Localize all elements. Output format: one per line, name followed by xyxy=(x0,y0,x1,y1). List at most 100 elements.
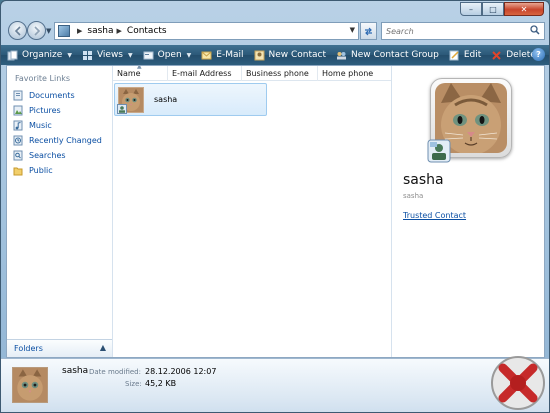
caption-buttons: – □ ✕ xyxy=(460,2,544,16)
content-area: Favorite Links Documents Pictures Music … xyxy=(6,65,545,358)
column-header-home-phone[interactable]: Home phone xyxy=(318,66,391,81)
delete-button[interactable]: Delete xyxy=(491,50,536,61)
close-button[interactable]: ✕ xyxy=(504,2,544,16)
favorite-links-list: Documents Pictures Music Recently Change… xyxy=(12,88,110,178)
minimize-button[interactable]: – xyxy=(460,2,482,16)
documents-icon xyxy=(13,90,23,101)
favorite-link-searches[interactable]: Searches xyxy=(12,148,110,163)
details-thumbnail xyxy=(12,367,48,403)
chevron-up-icon[interactable]: ▲ xyxy=(100,343,106,352)
favorite-link-label: Pictures xyxy=(29,106,61,115)
preview-contact-subtitle: sasha xyxy=(403,192,424,200)
refresh-button[interactable] xyxy=(360,22,377,40)
contact-badge-icon xyxy=(117,103,127,114)
edit-label: Edit xyxy=(463,50,482,60)
breadcrumb-separator-icon[interactable]: ▶ xyxy=(77,27,82,35)
public-folder-icon xyxy=(13,167,23,176)
chevron-down-icon: ▼ xyxy=(186,51,192,59)
new-contact-icon xyxy=(254,50,265,60)
column-headers: ▲ Name E-mail Address Business phone Hom… xyxy=(113,66,391,81)
address-row: ▼ ▶ sasha ▶ Contacts ▼ xyxy=(1,19,549,45)
column-header-email[interactable]: E-mail Address xyxy=(168,66,242,81)
details-size-value: 45,2 KB xyxy=(145,379,177,388)
recent-pages-dropdown[interactable]: ▼ xyxy=(46,27,51,35)
new-contact-group-button[interactable]: New Contact Group xyxy=(336,50,439,61)
pictures-icon xyxy=(13,105,23,116)
email-label: E-Mail xyxy=(216,50,244,60)
delete-icon xyxy=(492,50,501,60)
forward-button[interactable] xyxy=(27,21,46,40)
edit-icon xyxy=(449,50,459,60)
search-icon[interactable] xyxy=(530,25,540,35)
views-icon xyxy=(82,50,92,60)
chevron-down-icon: ▼ xyxy=(67,51,72,59)
favorite-link-recently-changed[interactable]: Recently Changed xyxy=(12,133,110,148)
search-input[interactable] xyxy=(382,23,522,39)
forward-arrow-icon xyxy=(33,25,40,36)
details-modified-value: 28.12.2006 12:07 xyxy=(145,367,217,376)
new-contact-group-label: New Contact Group xyxy=(351,50,439,60)
open-button[interactable]: Open ▼ xyxy=(143,50,192,61)
navigation-pane: Favorite Links Documents Pictures Music … xyxy=(7,66,113,357)
address-bar[interactable]: ▶ sasha ▶ Contacts ▼ xyxy=(54,22,359,40)
favorite-link-label: Recently Changed xyxy=(29,136,102,145)
favorite-link-pictures[interactable]: Pictures xyxy=(12,103,110,118)
chevron-down-icon: ▼ xyxy=(128,51,133,59)
new-contact-label: New Contact xyxy=(268,50,327,60)
back-arrow-icon xyxy=(14,25,21,36)
file-list-pane: ▲ Name E-mail Address Business phone Hom… xyxy=(113,66,391,357)
help-icon[interactable]: ? xyxy=(532,48,545,61)
organize-icon xyxy=(7,50,18,60)
folders-toggle[interactable]: Folders ▲ xyxy=(7,339,112,357)
details-size-label: Size: xyxy=(125,380,142,388)
favorite-link-public[interactable]: Public xyxy=(12,163,110,178)
favorite-links-title: Favorite Links xyxy=(15,74,71,83)
open-icon xyxy=(143,51,154,59)
new-contact-button[interactable]: New Contact xyxy=(254,50,327,61)
explorer-window: – □ ✕ ▼ ▶ sasha ▶ Contacts ▼ Orga xyxy=(0,0,550,413)
email-button[interactable]: E-Mail xyxy=(201,50,244,61)
email-icon xyxy=(201,51,212,59)
views-label: Views xyxy=(96,50,123,60)
favorite-link-label: Music xyxy=(29,121,52,130)
folders-label: Folders xyxy=(14,344,43,353)
breadcrumb-separator-icon[interactable]: ▶ xyxy=(117,27,122,35)
details-file-name: sasha xyxy=(62,366,89,376)
back-button[interactable] xyxy=(8,21,27,40)
favorite-link-label: Documents xyxy=(29,91,75,100)
breadcrumb-contacts[interactable]: Contacts xyxy=(127,26,167,36)
contact-item-sasha[interactable]: sasha xyxy=(114,83,267,116)
edit-button[interactable]: Edit xyxy=(449,50,481,61)
new-contact-group-icon xyxy=(337,51,347,59)
address-dropdown-icon[interactable]: ▼ xyxy=(350,26,355,34)
contact-item-name: sasha xyxy=(154,95,178,104)
column-header-label: Name xyxy=(117,69,141,78)
organize-label: Organize xyxy=(22,50,63,60)
preview-pane: sasha sasha Trusted Contact xyxy=(391,66,544,357)
contact-picture[interactable] xyxy=(427,78,512,163)
trusted-contact-link[interactable]: Trusted Contact xyxy=(403,211,466,220)
breadcrumb-sasha[interactable]: sasha xyxy=(87,26,113,36)
command-toolbar: Organize ▼ Views ▼ Open ▼ E-Mail New Contac… xyxy=(1,45,549,65)
contact-thumbnail xyxy=(117,86,144,114)
contacts-folder-icon xyxy=(58,25,70,37)
recently-changed-icon xyxy=(13,135,23,146)
details-modified-label: Date modified: xyxy=(89,368,141,376)
views-button[interactable]: Views ▼ xyxy=(82,50,133,61)
contact-badge-icon xyxy=(427,139,451,163)
searches-icon xyxy=(13,150,23,161)
favorite-link-music[interactable]: Music xyxy=(12,118,110,133)
favorite-link-label: Searches xyxy=(29,151,66,160)
favorite-link-label: Public xyxy=(29,166,53,175)
music-icon xyxy=(13,120,23,131)
refresh-icon xyxy=(365,27,372,35)
sort-indicator-icon: ▲ xyxy=(137,66,142,70)
column-header-name[interactable]: ▲ Name xyxy=(113,66,168,81)
cat-photo-icon xyxy=(13,368,47,402)
column-header-business-phone[interactable]: Business phone xyxy=(242,66,318,81)
maximize-button[interactable]: □ xyxy=(482,2,504,16)
favorite-link-documents[interactable]: Documents xyxy=(12,88,110,103)
search-box[interactable] xyxy=(381,22,545,40)
organize-button[interactable]: Organize ▼ xyxy=(7,50,72,61)
preview-contact-name: sasha xyxy=(403,172,444,188)
